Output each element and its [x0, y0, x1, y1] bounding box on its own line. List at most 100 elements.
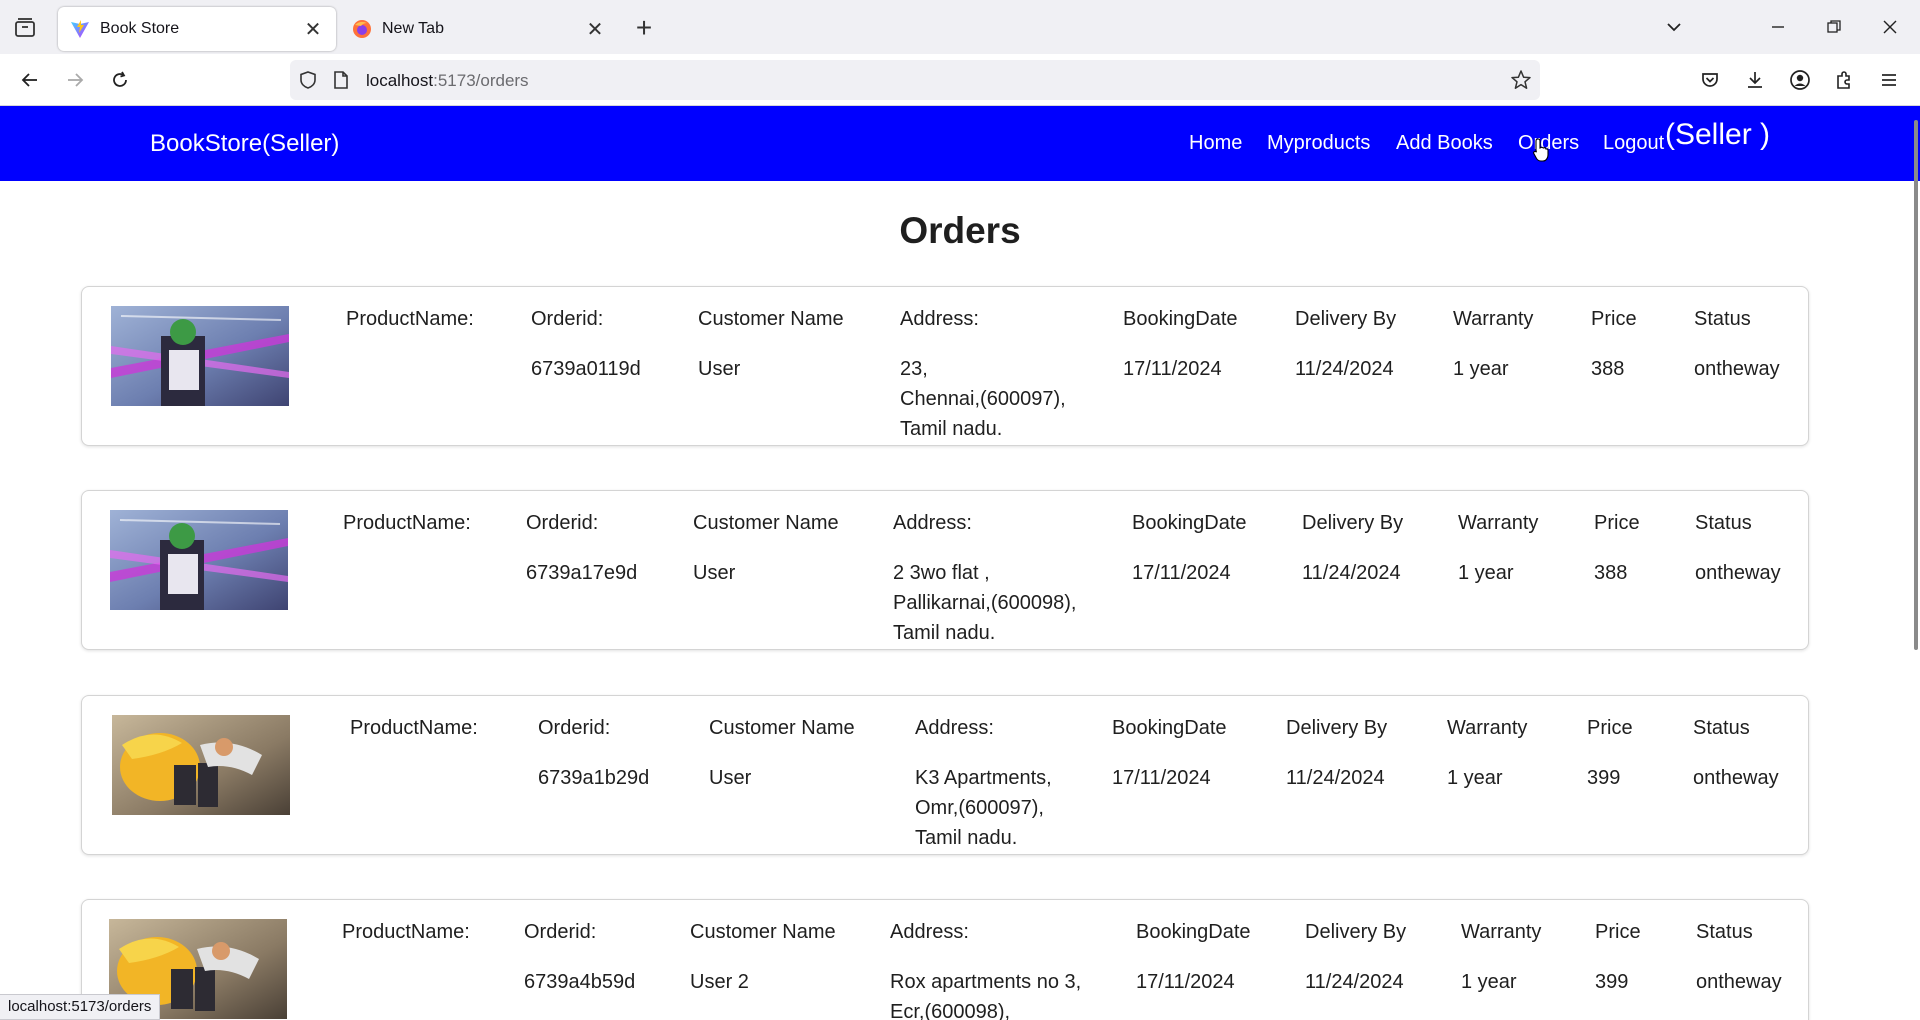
delivery-by-value: 11/24/2024 — [1286, 767, 1385, 789]
order-id-value: 6739a1b29d — [538, 767, 650, 789]
status-label: Status — [1696, 921, 1753, 943]
customer-name-label: Customer Name — [698, 308, 844, 330]
order-id-label: Orderid: — [524, 921, 597, 943]
status-value: ontheway — [1696, 971, 1782, 993]
reload-icon[interactable] — [105, 65, 135, 95]
link-status-bar: localhost:5173/orders — [0, 994, 161, 1020]
bookmark-star-icon[interactable] — [1510, 69, 1532, 91]
address-label: Address: — [915, 717, 994, 739]
delivery-by-label: Delivery By — [1286, 717, 1388, 739]
delivery-by-value: 11/24/2024 — [1302, 562, 1401, 584]
page-info-icon[interactable] — [332, 70, 350, 90]
product-image — [110, 510, 288, 610]
close-tab-icon[interactable]: ✕ — [302, 18, 324, 41]
customer-name-value: User — [709, 767, 752, 789]
product-name-label: ProductName: — [342, 921, 470, 943]
forward-arrow-icon[interactable] — [60, 65, 90, 95]
tab-new-tab[interactable]: New Tab ✕ — [340, 7, 618, 51]
customer-name-label: Customer Name — [693, 512, 839, 534]
warranty-label: Warranty — [1453, 308, 1534, 330]
warranty-value: 1 year — [1461, 971, 1517, 993]
address-label: Address: — [900, 308, 979, 330]
delivery-by-label: Delivery By — [1295, 308, 1397, 330]
address-line: K3 Apartments, — [915, 767, 1052, 789]
address-line: Tamil nadu. — [893, 622, 996, 644]
close-window-icon[interactable] — [1875, 12, 1905, 42]
price-value: 399 — [1595, 971, 1629, 993]
delivery-by-value: 11/24/2024 — [1295, 358, 1394, 380]
page-title: Orders — [899, 210, 1021, 251]
firefox-favicon-icon — [353, 20, 371, 38]
close-tab-icon[interactable]: ✕ — [584, 18, 606, 41]
delivery-by-value: 11/24/2024 — [1305, 971, 1404, 993]
product-image — [111, 306, 289, 406]
order-id-label: Orderid: — [531, 308, 604, 330]
browser-navigation-bar: localhost:5173/orders — [0, 54, 1920, 106]
order-id-label: Orderid: — [526, 512, 599, 534]
booking-date-value: 17/11/2024 — [1132, 562, 1231, 584]
account-icon[interactable] — [1785, 65, 1815, 95]
status-label: Status — [1694, 308, 1751, 330]
price-value: 388 — [1591, 358, 1625, 380]
minimize-window-icon[interactable] — [1763, 12, 1793, 42]
app-menu-hamburger-icon[interactable] — [1874, 65, 1904, 95]
customer-name-value: User — [698, 358, 741, 380]
delivery-by-label: Delivery By — [1302, 512, 1404, 534]
customer-name-value: User 2 — [690, 971, 749, 993]
price-label: Price — [1594, 512, 1640, 534]
product-name-label: ProductName: — [350, 717, 478, 739]
customer-name-label: Customer Name — [709, 717, 855, 739]
warranty-value: 1 year — [1447, 767, 1503, 789]
address-line: Omr,(600097), — [915, 797, 1044, 819]
restore-window-icon[interactable] — [1819, 12, 1849, 42]
pocket-icon[interactable] — [1695, 65, 1725, 95]
tab-list-icon[interactable] — [12, 15, 38, 41]
tab-label: New Tab — [382, 20, 444, 37]
nav-link-myproducts[interactable]: Myproducts — [1267, 132, 1370, 155]
price-label: Price — [1591, 308, 1637, 330]
tab-book-store[interactable]: Book Store ✕ — [58, 7, 336, 51]
product-name-label: ProductName: — [346, 308, 474, 330]
warranty-label: Warranty — [1461, 921, 1542, 943]
hand-pointer-cursor-icon — [1533, 138, 1549, 162]
customer-name-value: User — [693, 562, 736, 584]
tab-label: Book Store — [100, 20, 180, 37]
warranty-value: 1 year — [1458, 562, 1514, 584]
booking-date-value: 17/11/2024 — [1112, 767, 1211, 789]
status-value: ontheway — [1693, 767, 1779, 789]
booking-date-value: 17/11/2024 — [1136, 971, 1235, 993]
warranty-label: Warranty — [1458, 512, 1539, 534]
address-bar[interactable]: localhost:5173/orders — [290, 60, 1540, 100]
status-label: Status — [1693, 717, 1750, 739]
delivery-by-label: Delivery By — [1305, 921, 1407, 943]
warranty-value: 1 year — [1453, 358, 1509, 380]
order-card: ProductName: Orderid: 6739a4b59d Custome… — [81, 899, 1809, 1020]
price-value: 388 — [1594, 562, 1628, 584]
address-line: Rox apartments no 3, — [890, 971, 1082, 993]
page-scrollbar[interactable] — [1914, 120, 1918, 650]
nav-link-add-books[interactable]: Add Books — [1396, 132, 1493, 155]
address-line: Ecr,(600098), — [890, 1001, 1011, 1020]
nav-link-logout[interactable]: Logout — [1603, 132, 1664, 155]
brand-logo-text[interactable]: BookStore(Seller) — [150, 130, 339, 158]
app-header: BookStore(Seller) Home Myproducts Add Bo… — [0, 106, 1920, 181]
new-tab-plus-icon[interactable]: + — [630, 14, 658, 43]
downloads-icon[interactable] — [1740, 65, 1770, 95]
order-card: ProductName: Orderid: 6739a17e9d Custome… — [81, 490, 1809, 650]
extensions-puzzle-icon[interactable] — [1829, 65, 1859, 95]
address-line: 2 3wo flat , — [893, 562, 990, 584]
nav-link-home[interactable]: Home — [1189, 132, 1242, 155]
address-line: Tamil nadu. — [915, 827, 1018, 849]
booking-date-label: BookingDate — [1136, 921, 1251, 943]
order-card: ProductName: Orderid: 6739a1b29d Custome… — [81, 695, 1809, 855]
warranty-label: Warranty — [1447, 717, 1528, 739]
tracking-shield-icon[interactable] — [298, 70, 318, 90]
status-value: ontheway — [1695, 562, 1781, 584]
list-all-tabs-chevron-icon[interactable] — [1659, 12, 1689, 42]
customer-name-label: Customer Name — [690, 921, 836, 943]
back-arrow-icon[interactable] — [15, 65, 45, 95]
user-role-label: (Seller ) — [1665, 118, 1771, 151]
booking-date-value: 17/11/2024 — [1123, 358, 1222, 380]
product-name-label: ProductName: — [343, 512, 471, 534]
url-text: localhost:5173/orders — [366, 71, 529, 90]
